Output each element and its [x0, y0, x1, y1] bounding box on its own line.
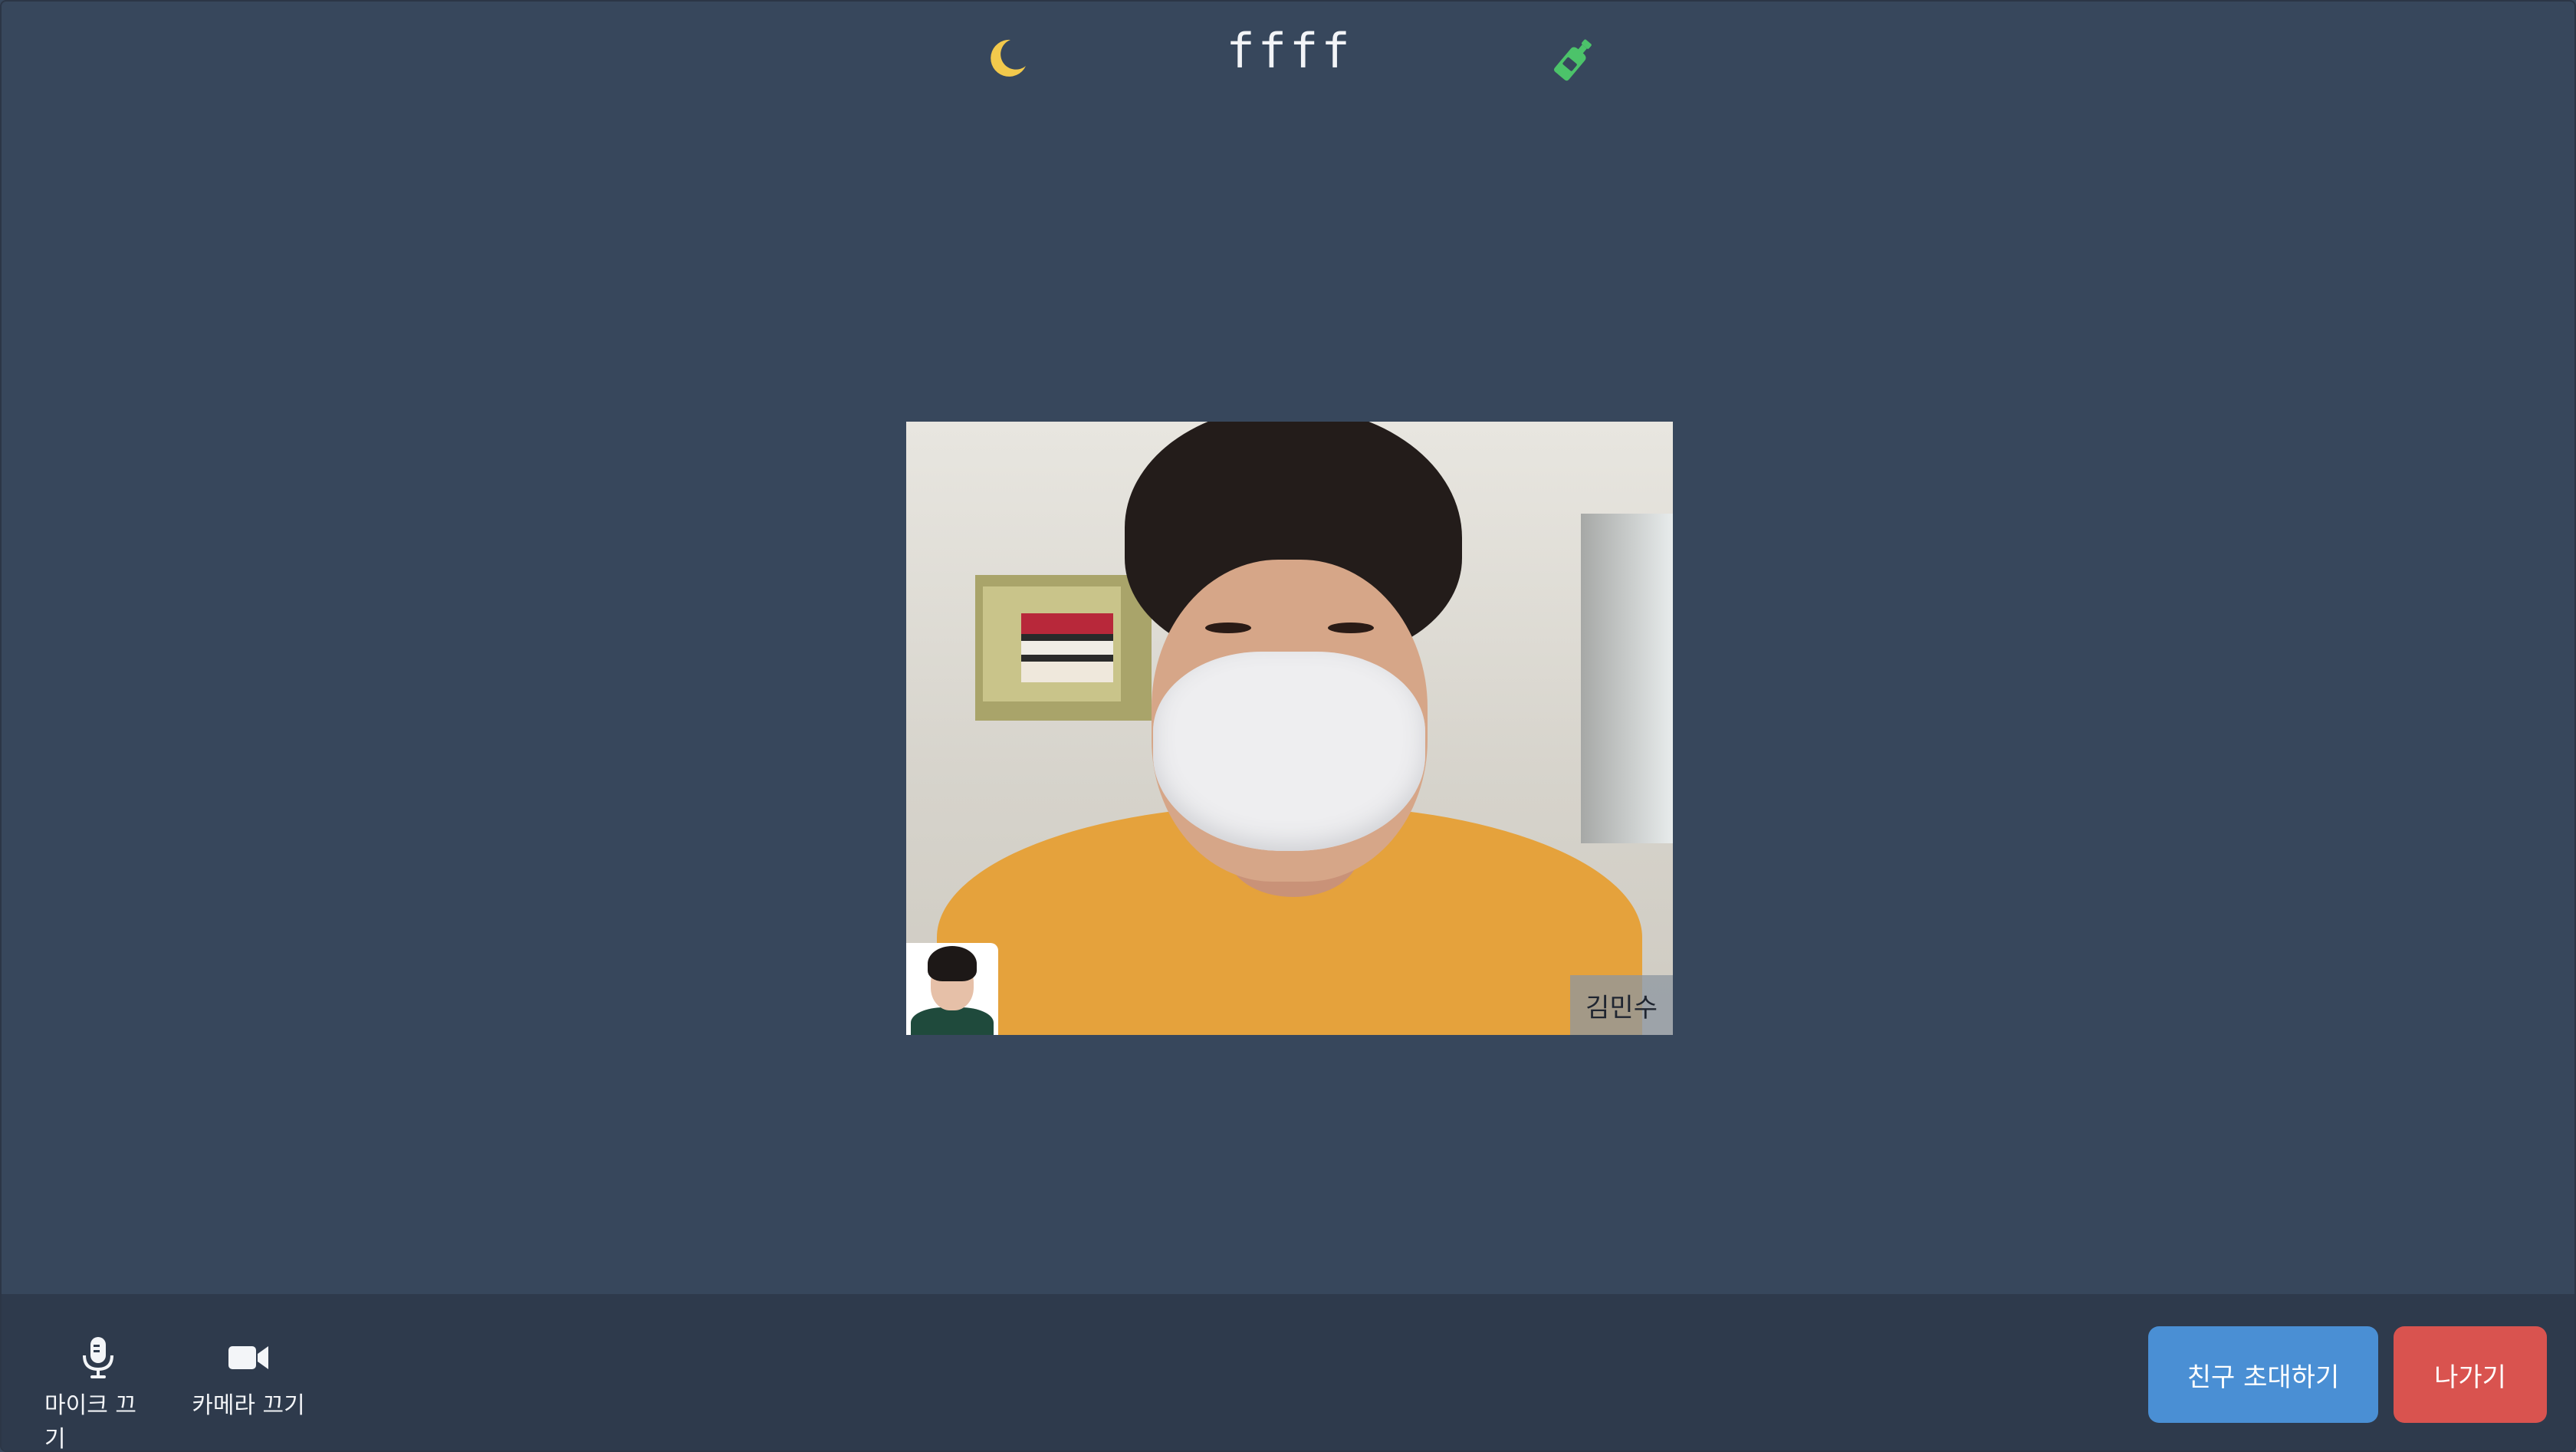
thumb-hair — [928, 946, 977, 981]
mute-mic-button[interactable]: 마이크 끄기 — [44, 1334, 152, 1452]
self-view-thumbnail[interactable] — [906, 943, 998, 1035]
video-person-eye — [1328, 623, 1374, 633]
leave-button[interactable]: 나가기 — [2394, 1326, 2547, 1423]
video-person-eye — [1205, 623, 1251, 633]
video-books — [1021, 613, 1113, 682]
video-call-window: ffff 김민수 마이크 끄기 카메라 끄기 친구 초대하기 나가기 — [0, 0, 2576, 1452]
microphone-icon — [83, 1337, 113, 1378]
room-title: ffff — [1226, 23, 1353, 79]
room-header: ffff — [2, 2, 2574, 117]
bottle-icon[interactable] — [1552, 35, 1598, 81]
control-bar: 마이크 끄기 카메라 끄기 친구 초대하기 나가기 — [2, 1294, 2574, 1450]
thumb-body — [911, 1007, 994, 1035]
video-camera-icon — [228, 1346, 268, 1369]
video-window — [1581, 514, 1673, 843]
participant-name-tag: 김민수 — [1570, 975, 1673, 1035]
video-person-mask — [1153, 652, 1425, 851]
mute-mic-label: 마이크 끄기 — [44, 1392, 136, 1452]
moon-icon[interactable] — [983, 35, 1029, 81]
main-video-tile[interactable]: 김민수 — [906, 422, 1673, 1035]
turn-off-camera-button[interactable]: 카메라 끄기 — [187, 1334, 310, 1420]
invite-friend-button[interactable]: 친구 초대하기 — [2148, 1326, 2378, 1423]
turn-off-camera-label: 카메라 끄기 — [192, 1392, 305, 1419]
